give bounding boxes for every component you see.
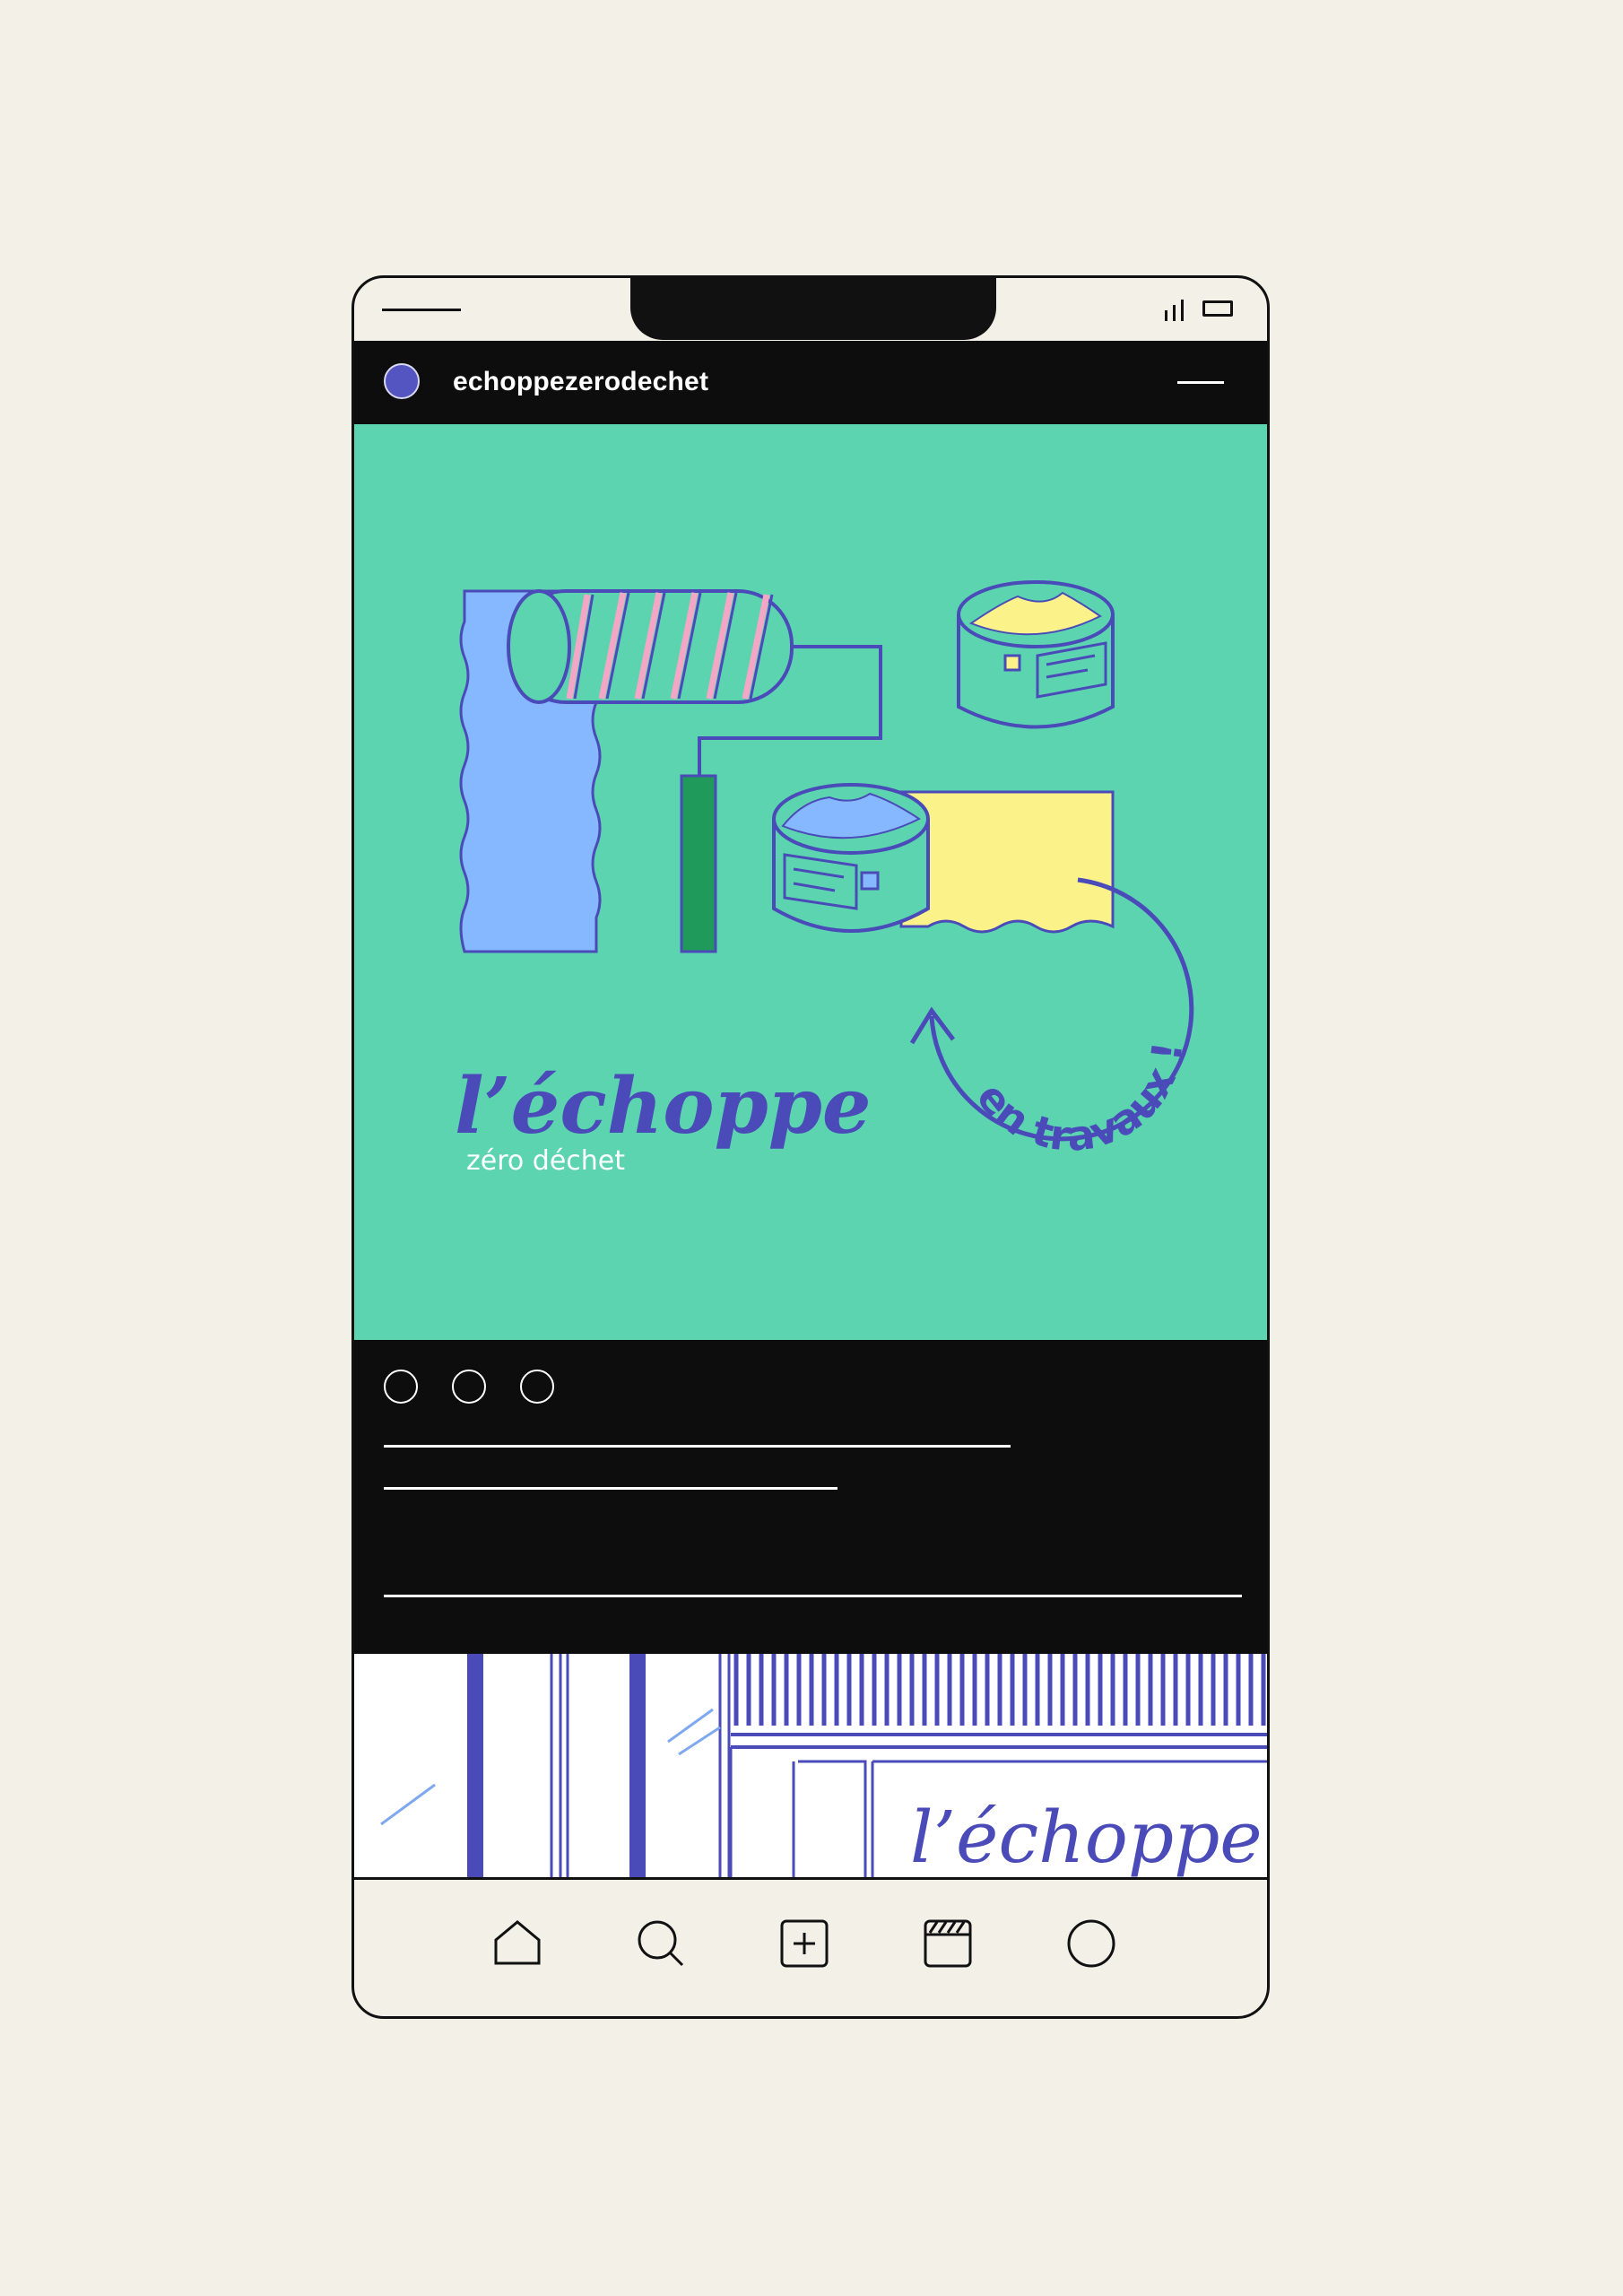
storefront-illustration: l’échoppe: [354, 1654, 1267, 1879]
phone-frame: echoppezerodechet en travaux ! l’échoppe…: [352, 275, 1270, 2019]
signal-icon: [1165, 300, 1184, 321]
yellow-paint-strip: [899, 790, 1115, 934]
home-icon[interactable]: [490, 1917, 544, 1970]
svg-text:en travaux !: en travaux !: [968, 1039, 1193, 1161]
post-image[interactable]: en travaux ! l’échoppe zéro déchet: [354, 424, 1267, 1340]
phone-notch: [630, 278, 996, 340]
battery-icon: [1202, 300, 1233, 317]
post-header: echoppezerodechet: [354, 341, 1267, 424]
logo-title: l’échoppe: [455, 1061, 872, 1152]
yellow-paint-can: [957, 580, 1115, 729]
username[interactable]: echoppezerodechet: [453, 367, 708, 397]
paint-illustration: en travaux ! l’échoppe zéro déchet: [455, 580, 1194, 1177]
bottom-nav: [354, 1880, 1267, 2016]
post-footer: [354, 1340, 1267, 1654]
caption-line-2: [384, 1487, 838, 1490]
create-icon[interactable]: [777, 1917, 831, 1970]
badge-text: en travaux !: [968, 1039, 1193, 1161]
like-icon[interactable]: [384, 1370, 418, 1404]
profile-icon[interactable]: [1064, 1917, 1118, 1970]
status-bar: [354, 278, 1267, 341]
storefront-sign: l’échoppe: [910, 1796, 1263, 1879]
logo-subtitle: zéro déchet: [466, 1145, 625, 1177]
blue-paint-can: [772, 783, 930, 933]
share-icon[interactable]: [520, 1370, 554, 1404]
comments-line[interactable]: [384, 1595, 1242, 1597]
comment-icon[interactable]: [452, 1370, 486, 1404]
reels-icon[interactable]: [921, 1917, 975, 1970]
status-time-placeholder: [382, 309, 461, 311]
avatar[interactable]: [384, 363, 420, 399]
next-post-preview[interactable]: l’échoppe: [354, 1654, 1267, 1880]
search-icon[interactable]: [634, 1917, 688, 1970]
roller-handle: [680, 774, 717, 953]
caption-line-1: [384, 1445, 1011, 1448]
more-options-icon[interactable]: [1177, 381, 1224, 384]
